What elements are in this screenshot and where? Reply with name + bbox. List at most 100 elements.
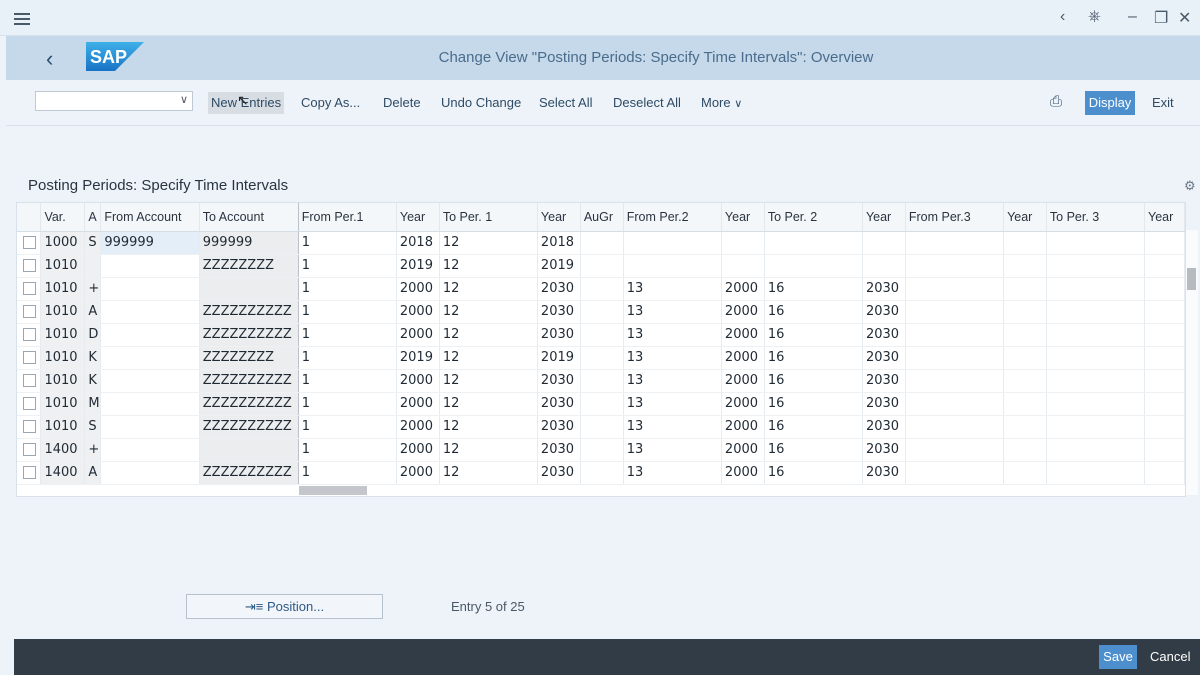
- table-cell[interactable]: [1003, 415, 1047, 439]
- table-cell[interactable]: 2000: [721, 392, 765, 416]
- table-cell[interactable]: 2030: [862, 415, 906, 439]
- table-cell[interactable]: [1046, 369, 1146, 393]
- table-cell[interactable]: [580, 346, 624, 370]
- table-cell[interactable]: 12: [439, 231, 538, 255]
- table-cell[interactable]: 16: [764, 300, 863, 324]
- table-cell[interactable]: 16: [764, 438, 863, 462]
- table-cell[interactable]: 999999: [199, 231, 299, 255]
- table-cell[interactable]: ZZZZZZZZZZ: [199, 461, 299, 485]
- table-cell[interactable]: 2000: [721, 369, 765, 393]
- table-cell[interactable]: [721, 231, 765, 255]
- table-cell[interactable]: [100, 254, 200, 278]
- table-cell[interactable]: 2030: [537, 369, 581, 393]
- table-cell[interactable]: [1046, 323, 1146, 347]
- column-header[interactable]: Year: [537, 203, 581, 232]
- table-cell[interactable]: [905, 231, 1005, 255]
- column-header[interactable]: Year: [862, 203, 906, 232]
- table-cell[interactable]: [764, 254, 863, 278]
- table-cell[interactable]: ZZZZZZZZZZ: [199, 369, 299, 393]
- table-cell[interactable]: 13: [623, 438, 722, 462]
- table-row[interactable]: 1010 +1 2000 12 2030 13 2000 16 2030: [17, 277, 1185, 301]
- table-cell[interactable]: [100, 369, 200, 393]
- table-cell[interactable]: [1144, 231, 1185, 255]
- table-cell[interactable]: 1: [298, 369, 397, 393]
- table-cell[interactable]: [1144, 369, 1185, 393]
- table-cell[interactable]: [1046, 438, 1146, 462]
- table-cell[interactable]: 2030: [537, 392, 581, 416]
- column-header[interactable]: To Per. 3: [1046, 203, 1146, 232]
- row-select-cell[interactable]: [17, 392, 42, 416]
- column-header[interactable]: From Per.2: [623, 203, 722, 232]
- table-cell[interactable]: 2030: [537, 300, 581, 324]
- table-cell[interactable]: 13: [623, 461, 722, 485]
- table-cell[interactable]: [100, 323, 200, 347]
- table-cell[interactable]: 2030: [862, 369, 906, 393]
- table-cell[interactable]: [1003, 392, 1047, 416]
- table-cell[interactable]: 1: [298, 300, 397, 324]
- row-select-cell[interactable]: [17, 323, 42, 347]
- table-cell[interactable]: 12: [439, 369, 538, 393]
- column-header[interactable]: To Per. 2: [764, 203, 863, 232]
- table-row[interactable]: 1010 M ZZZZZZZZZZ 1 2000 12 2030 13 2000 16 2030: [17, 392, 1185, 416]
- row-checkbox[interactable]: [23, 282, 36, 295]
- table-cell[interactable]: [1003, 300, 1047, 324]
- table-cell[interactable]: 2018: [396, 231, 440, 255]
- row-checkbox[interactable]: [23, 466, 36, 479]
- table-cell[interactable]: 1: [298, 415, 397, 439]
- table-cell[interactable]: 12: [439, 461, 538, 485]
- table-cell[interactable]: 1: [298, 392, 397, 416]
- row-select-cell[interactable]: [17, 346, 42, 370]
- minimize-icon[interactable]: –: [1128, 8, 1137, 26]
- column-header[interactable]: To Account: [199, 203, 299, 232]
- table-cell[interactable]: 2030: [862, 300, 906, 324]
- table-cell[interactable]: [199, 438, 299, 462]
- table-cell[interactable]: [100, 415, 200, 439]
- table-cell[interactable]: [1144, 461, 1185, 485]
- table-cell[interactable]: [1046, 415, 1146, 439]
- table-cell[interactable]: [580, 415, 624, 439]
- table-cell[interactable]: 2030: [862, 392, 906, 416]
- table-cell[interactable]: 16: [764, 415, 863, 439]
- table-cell[interactable]: 12: [439, 323, 538, 347]
- row-checkbox[interactable]: [23, 259, 36, 272]
- table-cell[interactable]: [764, 231, 863, 255]
- table-cell[interactable]: 1: [298, 323, 397, 347]
- table-row[interactable]: 1010 K ZZZZZZZZ 1 2019 12 2019 13 2000 16 2030: [17, 346, 1185, 370]
- table-cell[interactable]: [1046, 300, 1146, 324]
- table-cell[interactable]: 13: [623, 300, 722, 324]
- table-cell[interactable]: 2000: [396, 392, 440, 416]
- print-icon[interactable]: ⎙: [1050, 93, 1062, 110]
- table-cell[interactable]: 2030: [537, 323, 581, 347]
- table-cell[interactable]: [905, 323, 1005, 347]
- row-checkbox[interactable]: [23, 236, 36, 249]
- table-cell[interactable]: 2000: [721, 415, 765, 439]
- column-header[interactable]: [17, 203, 42, 232]
- table-cell[interactable]: 2030: [862, 323, 906, 347]
- table-cell[interactable]: [100, 461, 200, 485]
- table-cell[interactable]: ZZZZZZZZ: [199, 254, 299, 278]
- table-cell[interactable]: [905, 415, 1005, 439]
- table-cell[interactable]: ZZZZZZZZ: [199, 346, 299, 370]
- row-select-cell[interactable]: [17, 438, 42, 462]
- table-cell[interactable]: 2000: [396, 369, 440, 393]
- table-cell[interactable]: ZZZZZZZZZZ: [199, 392, 299, 416]
- table-cell[interactable]: [1003, 438, 1047, 462]
- row-checkbox[interactable]: [23, 305, 36, 318]
- row-checkbox[interactable]: [23, 328, 36, 341]
- table-cell[interactable]: [1003, 254, 1047, 278]
- gear-icon[interactable]: ⚙: [1184, 178, 1196, 194]
- table-cell[interactable]: 2000: [721, 300, 765, 324]
- table-cell[interactable]: 13: [623, 415, 722, 439]
- table-cell[interactable]: 1: [298, 254, 397, 278]
- table-cell[interactable]: 16: [764, 323, 863, 347]
- column-header[interactable]: Year: [721, 203, 765, 232]
- table-cell[interactable]: 12: [439, 346, 538, 370]
- table-cell[interactable]: ZZZZZZZZZZ: [199, 415, 299, 439]
- table-cell[interactable]: 16: [764, 369, 863, 393]
- table-cell[interactable]: [580, 231, 624, 255]
- table-cell[interactable]: [580, 369, 624, 393]
- row-select-cell[interactable]: [17, 254, 42, 278]
- table-cell[interactable]: [1144, 346, 1185, 370]
- table-cell[interactable]: 2000: [396, 323, 440, 347]
- column-header[interactable]: AuGr: [580, 203, 624, 232]
